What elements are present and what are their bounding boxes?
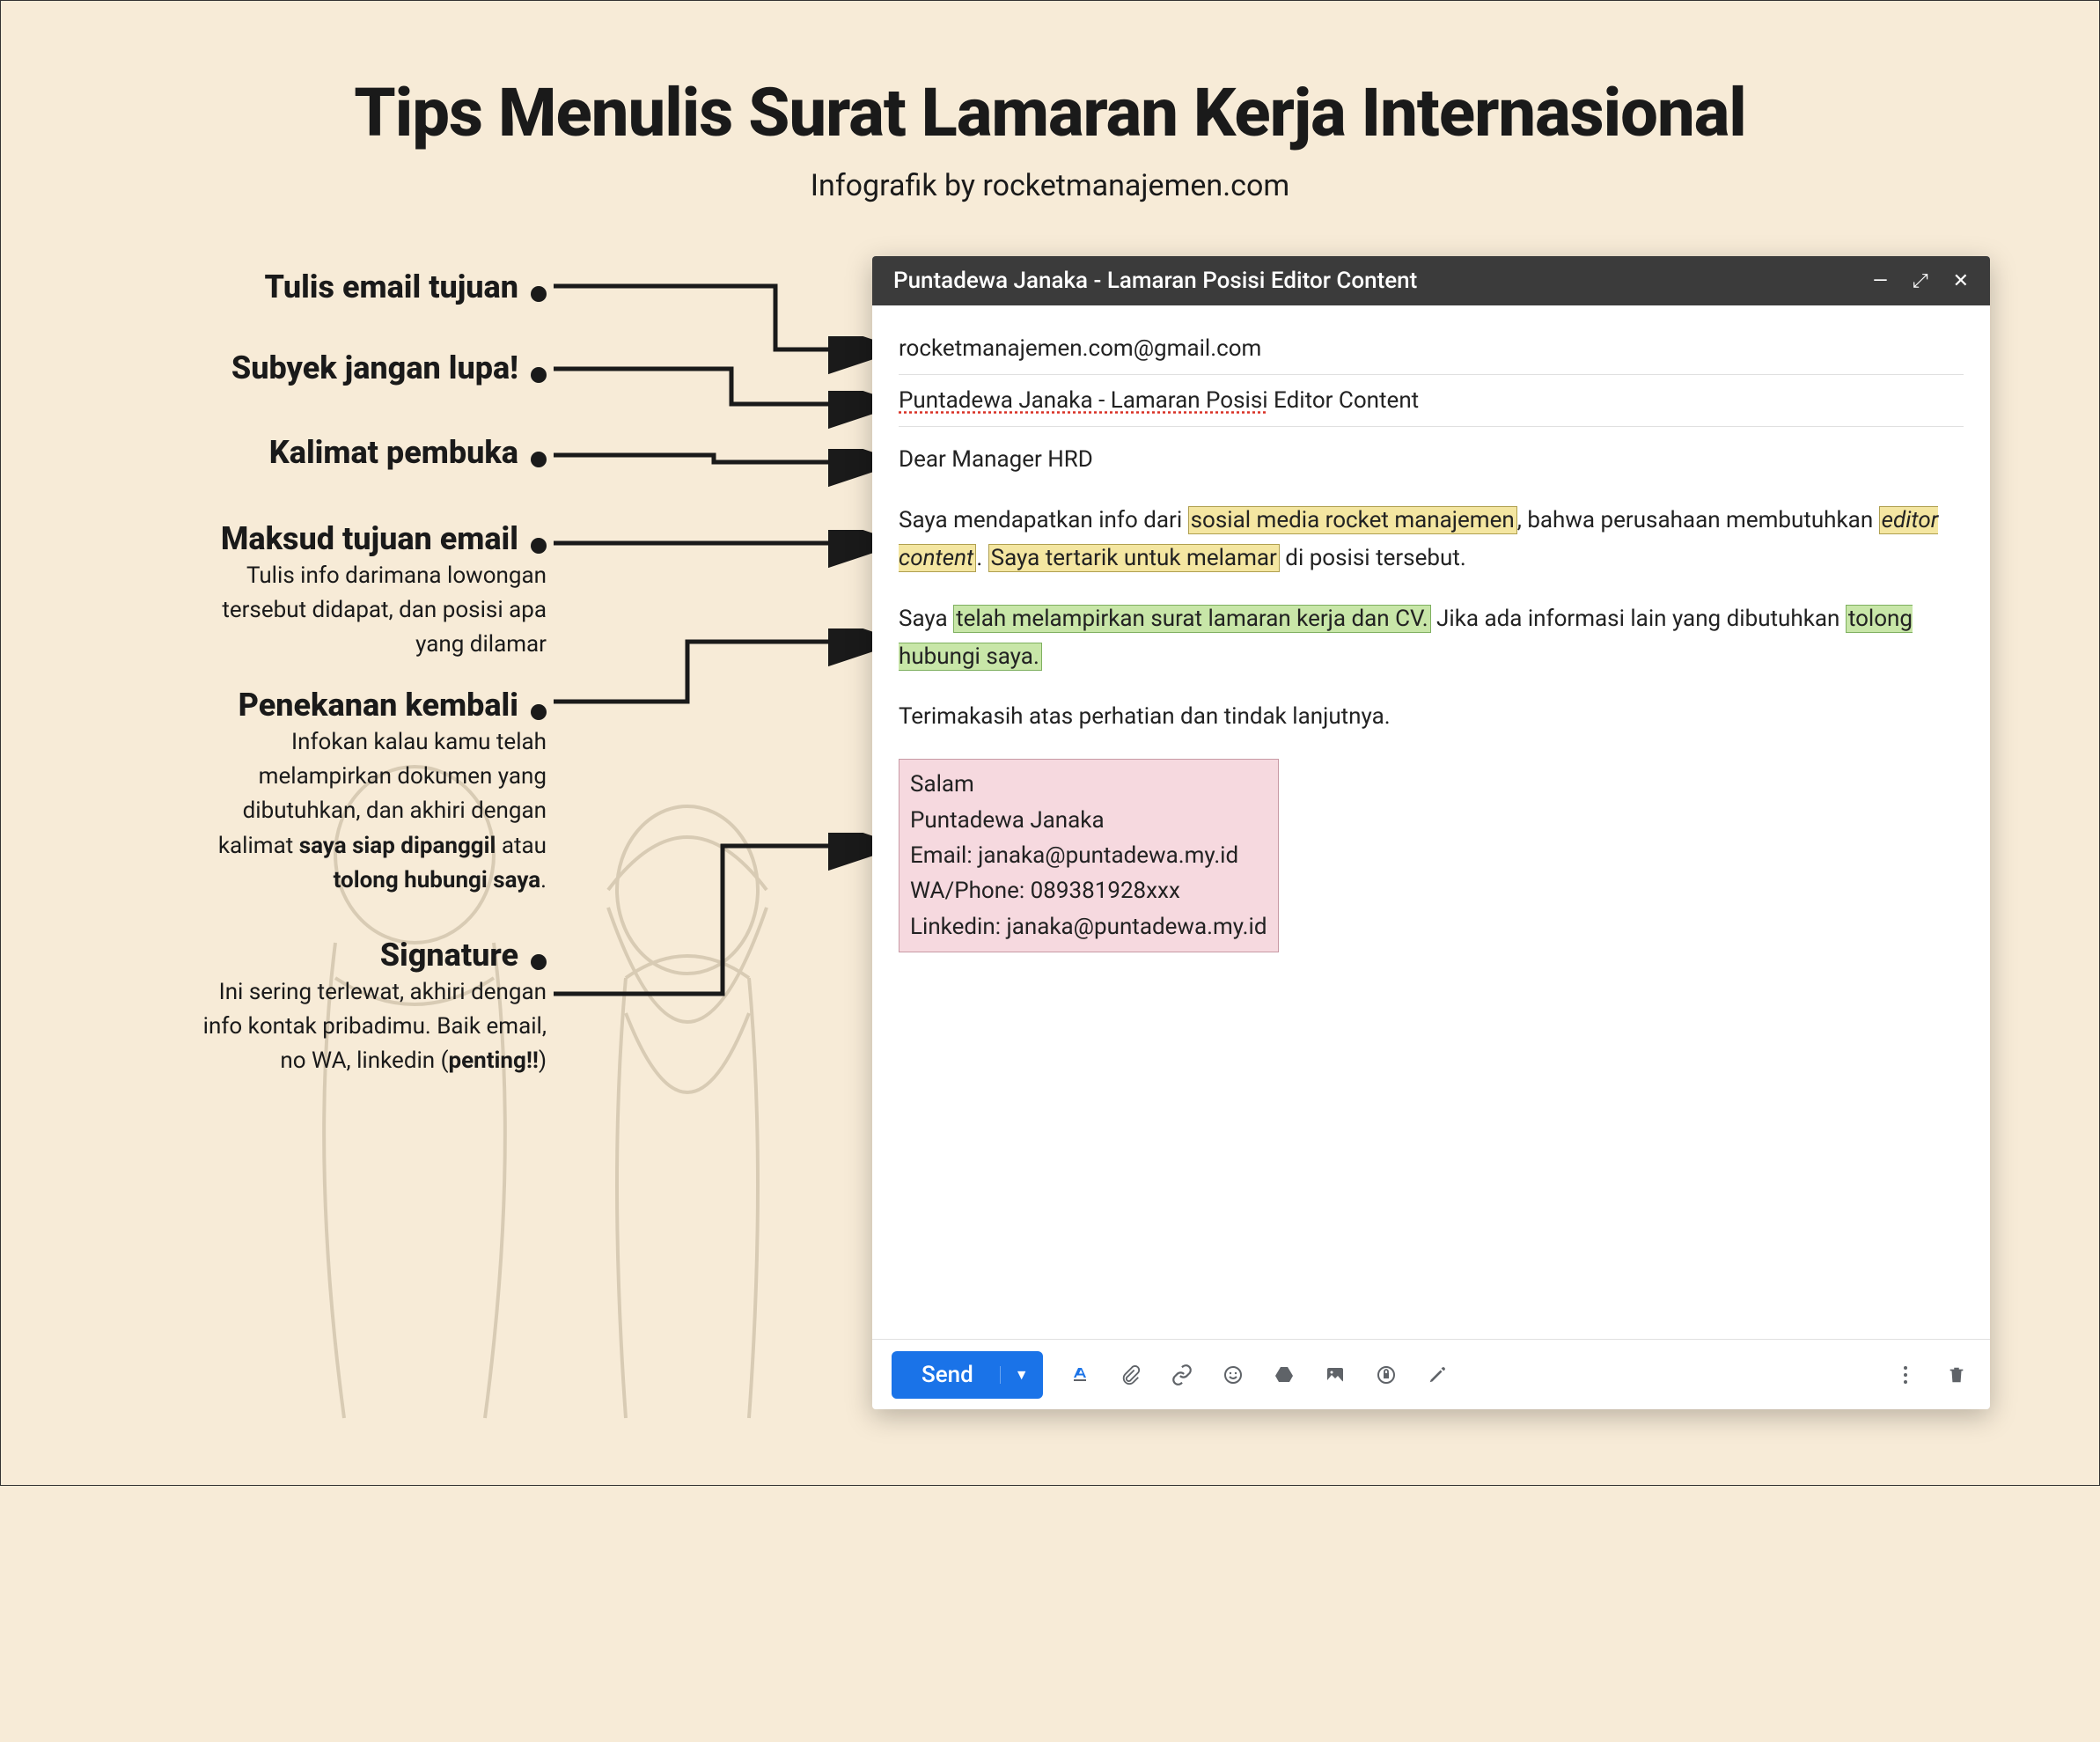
bullet-icon (531, 367, 547, 383)
more-icon[interactable] (1891, 1361, 1920, 1389)
window-titlebar[interactable]: Puntadewa Janaka - Lamaran Posisi Editor… (872, 256, 1990, 305)
tip-title: Kalimat pembuka (269, 434, 518, 471)
tip-sub: tersebut didapat, dan posisi apa (54, 595, 547, 626)
paragraph-thanks: Terimakasih atas perhatian dan tindak la… (899, 698, 1964, 736)
email-compose-window: Puntadewa Janaka - Lamaran Posisi Editor… (872, 256, 1990, 1409)
pen-icon[interactable] (1423, 1361, 1451, 1389)
tip-sub: kalimat saya siap dipanggil atau (54, 831, 547, 862)
bullet-icon (531, 704, 547, 720)
highlight-source: sosial media rocket manajemen (1188, 506, 1517, 534)
paragraph-attachment: Saya telah melampirkan surat lamaran ker… (899, 600, 1964, 676)
tip-sub: info kontak pribadimu. Baik email, (54, 1011, 547, 1042)
tip-title: Subyek jangan lupa! (231, 349, 518, 386)
tip-sub: tolong hubungi saya. (54, 865, 547, 896)
tip-kalimat-pembuka: Kalimat pembuka (54, 434, 547, 471)
tip-sub: Tulis info darimana lowongan (54, 561, 547, 592)
sig-phone: WA/Phone: 089381928xxx (910, 873, 1267, 908)
tip-maksud-tujuan: Maksud tujuan email Tulis info darimana … (54, 520, 547, 660)
paragraph-purpose: Saya mendapatkan info dari sosial media … (899, 502, 1964, 577)
send-dropdown-icon[interactable]: ▼ (1000, 1366, 1043, 1384)
bullet-icon (531, 452, 547, 467)
tip-signature: Signature Ini sering terlewat, akhiri de… (54, 937, 547, 1077)
tip-subyek: Subyek jangan lupa! (54, 349, 547, 386)
attach-icon[interactable] (1117, 1361, 1145, 1389)
subject-field[interactable]: Puntadewa Janaka - Lamaran Posisi Editor… (899, 375, 1964, 427)
compose-toolbar: Send ▼ (872, 1339, 1990, 1409)
trash-icon[interactable] (1942, 1361, 1971, 1389)
tip-sub: dibutuhkan, dan akhiri dengan (54, 796, 547, 827)
signature-block: Salam Puntadewa Janaka Email: janaka@pun… (899, 759, 1279, 952)
text-format-icon[interactable] (1066, 1361, 1094, 1389)
tip-email-tujuan: Tulis email tujuan (54, 268, 547, 305)
send-button[interactable]: Send ▼ (892, 1351, 1043, 1399)
drive-icon[interactable] (1270, 1361, 1298, 1389)
to-field[interactable]: rocketmanajemen.com@gmail.com (899, 323, 1964, 375)
image-icon[interactable] (1321, 1361, 1349, 1389)
window-title: Puntadewa Janaka - Lamaran Posisi Editor… (893, 268, 1873, 294)
tip-sub: yang dilamar (54, 629, 547, 660)
bullet-icon (531, 538, 547, 554)
tip-sub: Ini sering terlewat, akhiri dengan (54, 977, 547, 1008)
bullet-icon (531, 286, 547, 302)
emoji-icon[interactable] (1219, 1361, 1247, 1389)
tip-sub: Infokan kalau kamu telah (54, 727, 547, 758)
tips-column: Tulis email tujuan Subyek jangan lupa! K… (54, 265, 547, 1103)
link-icon[interactable] (1168, 1361, 1196, 1389)
close-icon[interactable]: ✕ (1953, 270, 1969, 292)
sig-salutation: Salam (910, 767, 1267, 802)
page-title: Tips Menulis Surat Lamaran Kerja Interna… (1, 1, 2099, 152)
tip-title: Tulis email tujuan (265, 268, 518, 305)
page-subtitle: Infografik by rocketmanajemen.com (1, 168, 2099, 203)
sig-email: Email: janaka@puntadewa.my.id (910, 838, 1267, 873)
highlight-interest: Saya tertarik untuk melamar (988, 544, 1280, 572)
highlight-attach: telah melampirkan surat lamaran kerja da… (953, 605, 1430, 633)
bullet-icon (531, 954, 547, 970)
minimize-icon[interactable]: — (1873, 270, 1888, 292)
tip-title: Penekanan kembali (239, 687, 518, 724)
tip-title: Maksud tujuan email (221, 520, 518, 557)
sig-linkedin: Linkedin: janaka@puntadewa.my.id (910, 909, 1267, 945)
email-body-area: rocketmanajemen.com@gmail.com Puntadewa … (872, 305, 1990, 1339)
send-label: Send (892, 1362, 1000, 1388)
tip-sub: no WA, linkedin (penting!!) (54, 1046, 547, 1077)
expand-icon[interactable]: ⤢ (1913, 270, 1928, 292)
email-content[interactable]: Dear Manager HRD Saya mendapatkan info d… (899, 427, 1964, 952)
sig-name: Puntadewa Janaka (910, 803, 1267, 838)
tip-sub: melampirkan dokumen yang (54, 761, 547, 792)
greeting-line: Dear Manager HRD (899, 441, 1964, 479)
tip-title: Signature (380, 937, 518, 974)
tip-penekanan: Penekanan kembali Infokan kalau kamu tel… (54, 687, 547, 895)
confidential-icon[interactable] (1372, 1361, 1400, 1389)
